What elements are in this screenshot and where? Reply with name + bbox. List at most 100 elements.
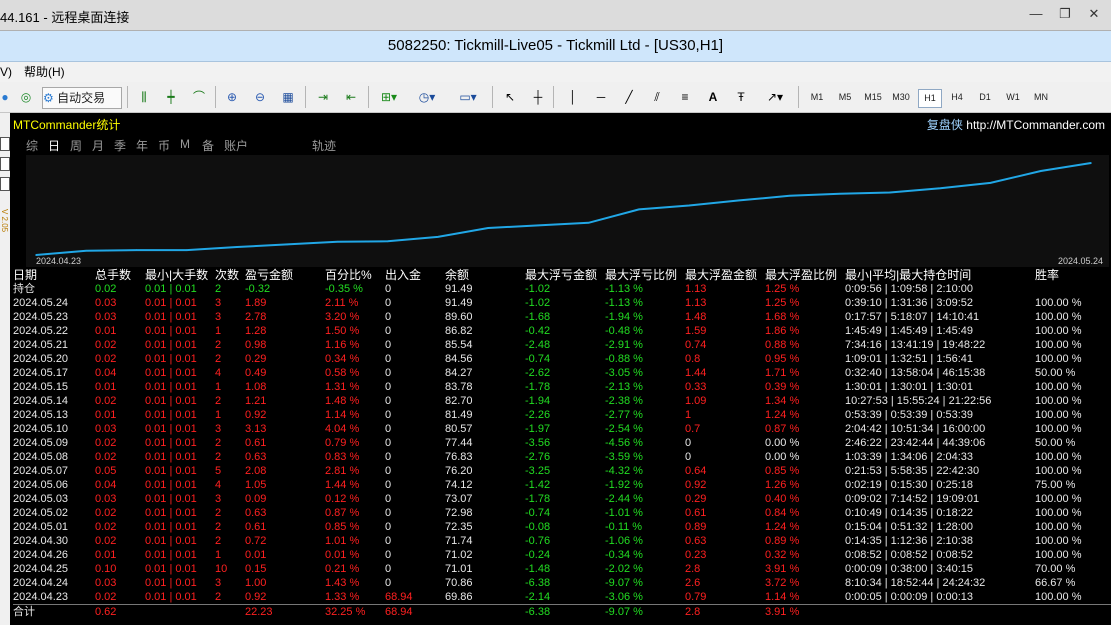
cell-max-float-profit: 0.61 [685, 507, 707, 519]
cell-deposit-withdraw: 0 [385, 297, 392, 309]
zoom-out-icon[interactable]: ⊖ [250, 87, 270, 107]
text-label-icon[interactable]: Ŧ [731, 87, 751, 107]
cell-balance: 86.82 [445, 325, 473, 337]
tab-3[interactable]: 月 [92, 137, 104, 154]
timeframe-h4[interactable]: H4 [946, 89, 968, 106]
autoscroll-icon[interactable]: ⇥ [312, 87, 334, 107]
brand-link[interactable]: 复盘侠 http://MTCommander.com [927, 116, 1105, 133]
cell-max-float-loss: -1.78 [525, 493, 551, 505]
navigator-icon[interactable]: ◎ [16, 87, 36, 107]
minimize-button[interactable]: — [1023, 2, 1049, 26]
cell-max-float-profit-pct: 1.25 % [765, 297, 800, 309]
arrows-icon[interactable]: ↗▾ [759, 87, 791, 107]
tab-2[interactable]: 周 [70, 137, 82, 154]
cell-win-rate: 75.00 % [1035, 479, 1076, 491]
timeframe-h1[interactable]: H1 [918, 89, 942, 108]
chart-shift-icon[interactable]: ⇤ [340, 87, 362, 107]
cell-date: 2024.05.03 [13, 493, 69, 505]
cell-count: 10 [215, 563, 228, 575]
tab-5[interactable]: 年 [136, 137, 148, 154]
side-button[interactable] [0, 157, 10, 171]
cell-percent: 0.87 % [325, 507, 360, 519]
cell-percent: 1.01 % [325, 535, 360, 547]
cell-holding-time: 0:53:39 | 0:53:39 | 0:53:39 [845, 409, 974, 421]
side-button[interactable] [0, 137, 10, 151]
cell-max-float-loss: -2.48 [525, 339, 551, 351]
menu-item-view[interactable]: V) [0, 62, 12, 82]
balance-point [638, 208, 640, 211]
tab-4[interactable]: 季 [114, 137, 126, 154]
col-header-win-rate: 胜率 [1035, 268, 1060, 282]
total-deposit-withdraw: 68.94 [385, 606, 413, 618]
cell-holding-time: 0:00:05 | 0:00:09 | 0:00:13 [845, 591, 974, 603]
templates-icon[interactable]: ▭▾ [452, 87, 484, 107]
cell-holding-time: 1:30:01 | 1:30:01 | 1:30:01 [845, 381, 974, 393]
cell-max-float-loss: -3.56 [525, 437, 551, 449]
cursor-icon[interactable]: ↖ [500, 87, 520, 107]
cell-date: 2024.05.24 [13, 297, 69, 309]
tab-6[interactable]: 币 [158, 137, 170, 154]
timeframe-m30[interactable]: M30 [890, 89, 912, 106]
line-chart-icon[interactable]: ⌒ [189, 87, 209, 107]
cell-min-max-lots: 0.01 | 0.01 [145, 395, 197, 407]
tab-1[interactable]: 日 [48, 137, 60, 154]
cell-count: 3 [215, 297, 222, 309]
cell-date: 2024.05.08 [13, 451, 69, 463]
balance-point [1039, 170, 1042, 172]
left-strip: V 2.05 [0, 113, 10, 625]
tile-windows-icon[interactable]: ▦ [278, 87, 298, 107]
cell-total-lots: 0.04 [95, 479, 117, 491]
timeframe-mn[interactable]: MN [1030, 89, 1052, 106]
zoom-in-icon[interactable]: ⊕ [222, 87, 242, 107]
cell-total-lots: 0.03 [95, 493, 117, 505]
tab-7[interactable]: M [180, 137, 190, 151]
cell-win-rate: 100.00 % [1035, 507, 1082, 519]
cell-min-max-lots: 0.01 | 0.01 [145, 591, 197, 603]
timeframe-m1[interactable]: M1 [806, 89, 828, 106]
candlestick-icon[interactable]: ┿ [161, 87, 181, 107]
cell-deposit-withdraw: 0 [385, 409, 392, 421]
restore-button[interactable]: ❐ [1052, 2, 1078, 26]
tab-9[interactable]: 账户 [224, 137, 248, 154]
timeframe-d1[interactable]: D1 [974, 89, 996, 106]
cell-min-max-lots: 0.01 | 0.01 [145, 577, 197, 589]
periods-icon[interactable]: ◷▾ [412, 87, 442, 107]
tab-8[interactable]: 备 [202, 137, 214, 154]
indicators-icon[interactable]: ⊞▾ [374, 87, 404, 107]
bar-chart-icon[interactable]: ⫼ [134, 87, 154, 107]
cell-win-rate: 100.00 % [1035, 591, 1082, 603]
tab-10[interactable]: 轨迹 [312, 137, 336, 154]
cell-max-float-loss-pct: -0.48 % [605, 325, 643, 337]
cell-min-max-lots: 0.01 | 0.01 [145, 493, 197, 505]
timeframe-w1[interactable]: W1 [1002, 89, 1024, 106]
crosshair-icon[interactable]: ┼ [528, 87, 548, 107]
cell-balance: 77.44 [445, 437, 473, 449]
fibonacci-icon[interactable]: ≡ [675, 87, 695, 107]
vertical-line-icon[interactable]: │ [563, 87, 583, 107]
timeframe-m5[interactable]: M5 [834, 89, 856, 106]
balance-point [989, 182, 992, 184]
cell-win-rate: 100.00 % [1035, 451, 1082, 463]
horizontal-line-icon[interactable]: ─ [591, 87, 611, 107]
cell-deposit-withdraw: 0 [385, 339, 392, 351]
total-pnl: 22.23 [245, 606, 273, 618]
equidistant-channel-icon[interactable]: ⫽ [647, 87, 667, 107]
trendline-icon[interactable]: ╱ [619, 87, 639, 107]
cell-percent: 4.04 % [325, 423, 360, 435]
timeframe-m15[interactable]: M15 [862, 89, 884, 106]
balance-point [1090, 162, 1092, 164]
cell-max-float-loss-pct: -2.44 % [605, 493, 643, 505]
side-button[interactable] [0, 177, 10, 191]
cell-max-float-profit-pct: 1.24 % [765, 409, 800, 421]
cell-max-float-loss-pct: -2.13 % [605, 381, 643, 393]
cell-total-lots: 0.02 [95, 521, 117, 533]
holding-count: 2 [215, 283, 222, 295]
col-header-max-float-loss: 最大浮亏金额 [525, 268, 598, 282]
autotrade-button[interactable]: ⚙ 自动交易 [42, 87, 122, 109]
new-chart-icon[interactable]: ● [0, 87, 10, 107]
tab-0[interactable]: 综 [26, 137, 38, 154]
menu-item-help[interactable]: 帮助(H) [24, 62, 65, 82]
cell-pnl: 2.08 [245, 465, 267, 477]
close-button[interactable]: ✕ [1081, 2, 1107, 26]
text-icon[interactable]: A [703, 87, 723, 107]
